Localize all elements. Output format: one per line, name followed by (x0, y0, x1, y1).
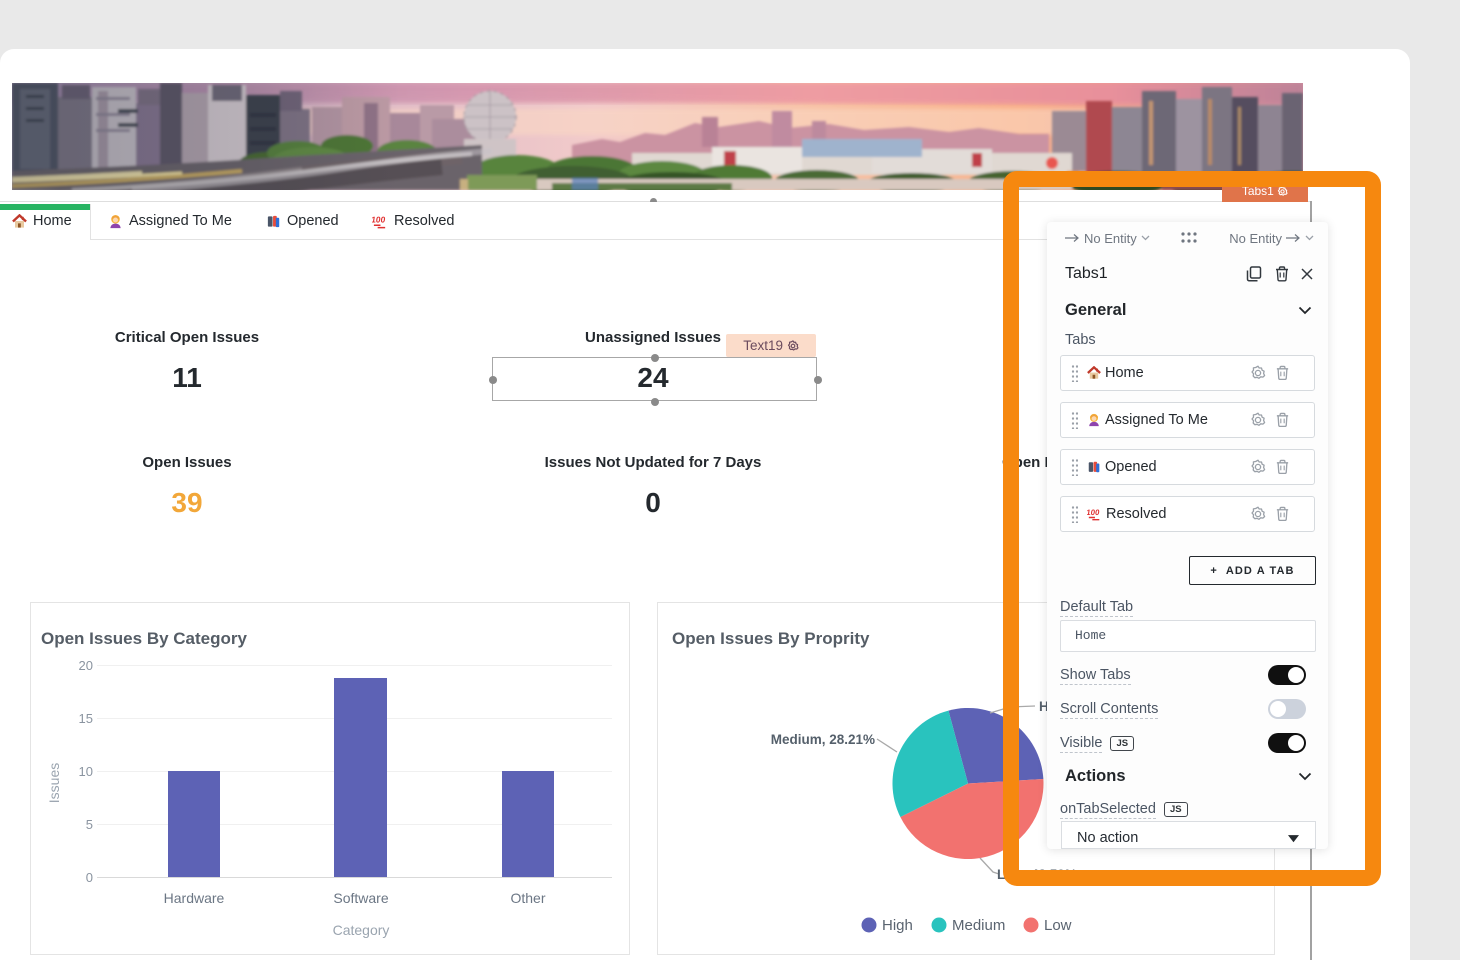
svg-text:Low: Low (1044, 917, 1072, 934)
svg-text:100: 100 (372, 214, 386, 224)
svg-text:Medium: Medium (952, 917, 1005, 934)
svg-text:High: High (882, 917, 913, 934)
svg-text:100: 100 (1087, 508, 1101, 517)
svg-text:Medium, 28.21%: Medium, 28.21% (771, 732, 875, 747)
